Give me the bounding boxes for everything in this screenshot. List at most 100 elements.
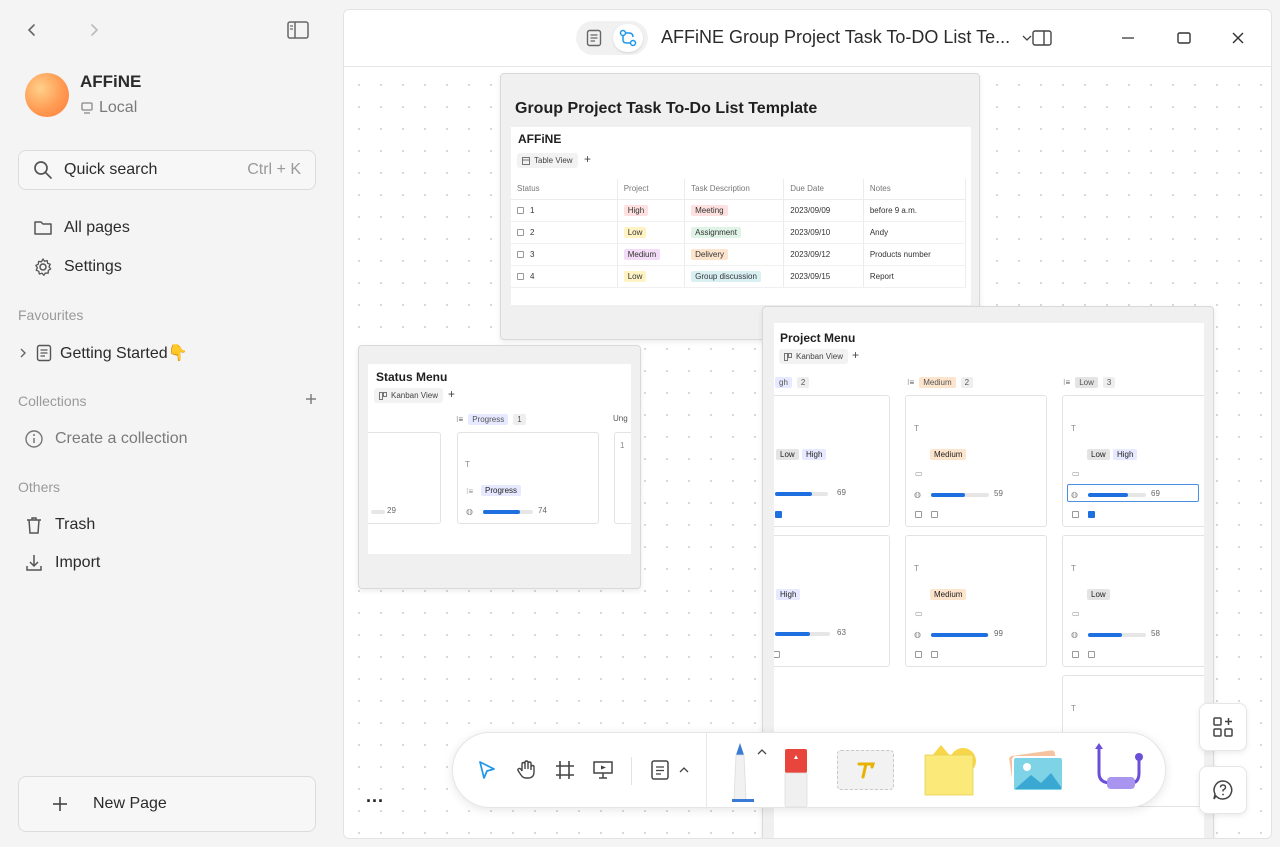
select-tool[interactable] (473, 756, 501, 784)
kanban-column-cut[interactable]: Ung (613, 414, 628, 423)
progress-value: 74 (538, 506, 547, 515)
collections-heading: Collections (18, 393, 87, 409)
more-button[interactable]: ... (366, 786, 384, 807)
column-header-project[interactable]: Project (617, 179, 686, 200)
table-row[interactable]: 4 Low Group discussion 2023/09/15 Report (511, 265, 967, 288)
kanban-card[interactable]: High 63 (774, 535, 890, 667)
eraser-tool[interactable] (781, 747, 811, 809)
status-cell: 1 (530, 205, 535, 215)
close-icon (1231, 31, 1245, 45)
kanban-column-medium[interactable]: ⁝≡ Medium 2 (907, 377, 974, 388)
connector-tool[interactable] (1089, 737, 1149, 797)
column-label: gh (775, 377, 792, 388)
quick-search[interactable]: Quick search Ctrl + K (18, 150, 316, 190)
row-checkbox[interactable] (517, 272, 524, 280)
calendar-icon: ▭ (1072, 609, 1080, 618)
status-cell: 4 (530, 271, 535, 281)
done-checkbox[interactable] (1088, 651, 1095, 658)
workspace-switcher[interactable]: AFFiNE Local (25, 72, 141, 117)
checkbox-property[interactable] (915, 651, 922, 658)
checkbox-property[interactable] (1072, 651, 1079, 658)
frame-tool[interactable] (551, 756, 579, 784)
view-tab-kanban[interactable]: Kanban View (779, 349, 848, 364)
kanban-card[interactable]: T Low High ▭ ◍ 69 (1062, 395, 1204, 527)
note-icon (650, 759, 670, 781)
connector-icon (1089, 737, 1149, 797)
pen-options-button[interactable] (757, 748, 767, 756)
database-table: Status Project Task Description Due Date… (511, 179, 967, 288)
status-kanban: Status Menu Kanban View + 29 ⁝≡ Progress… (368, 364, 631, 554)
add-view-button[interactable]: + (852, 348, 859, 362)
sidebar-item-settings[interactable]: Settings (33, 257, 122, 277)
kanban-card[interactable]: 29 (368, 432, 441, 524)
add-collection-button[interactable] (304, 392, 318, 406)
done-checkbox[interactable] (1088, 511, 1095, 518)
note-options-button[interactable] (677, 756, 691, 784)
notes-cell: Report (863, 265, 967, 288)
page-mode-button[interactable] (579, 24, 609, 52)
due-date-cell: 2023/09/09 (783, 199, 864, 222)
table-row[interactable]: 1 High Meeting 2023/09/09 before 9 a.m. (511, 199, 967, 222)
sidebar-toggle-button[interactable] (286, 18, 310, 42)
kanban-column-low[interactable]: ⁝≡ Low 3 (1063, 377, 1116, 388)
column-header-task[interactable]: Task Description (684, 179, 785, 200)
task-tag: Delivery (691, 248, 729, 260)
hand-tool[interactable] (512, 756, 540, 784)
done-checkbox[interactable] (774, 651, 780, 658)
checkbox-property[interactable] (915, 511, 922, 518)
add-widget-button[interactable] (1199, 703, 1247, 751)
database-title: AFFiNE (518, 132, 562, 146)
text-tool[interactable] (837, 750, 894, 790)
row-checkbox[interactable] (517, 228, 524, 236)
presentation-tool[interactable] (589, 756, 617, 784)
kanban-card[interactable]: T Medium ▭ ◍ 99 (905, 535, 1047, 667)
checkbox-property[interactable] (1072, 511, 1079, 518)
note-tool[interactable] (646, 756, 674, 784)
new-page-button[interactable]: New Page (18, 776, 316, 832)
sidebar-item-all-pages[interactable]: All pages (33, 219, 130, 237)
sidebar-item-import[interactable]: Import (24, 553, 100, 573)
kanban-card[interactable]: T Low ▭ ◍ 58 (1062, 535, 1204, 667)
image-tool[interactable] (1007, 747, 1067, 797)
kanban-card[interactable]: 1 (614, 432, 631, 524)
kanban-card[interactable]: Low High 69 (774, 395, 890, 527)
note-block-table[interactable]: Group Project Task To-Do List Template A… (500, 73, 980, 340)
note-block-status-menu[interactable]: Status Menu Kanban View + 29 ⁝≡ Progress… (358, 345, 641, 589)
done-checkbox[interactable] (931, 511, 938, 518)
document-title[interactable]: AFFiNE Group Project Task To-DO List Te.… (661, 27, 1010, 48)
column-header-due-date[interactable]: Due Date (783, 179, 864, 200)
row-checkbox[interactable] (517, 250, 524, 258)
maximize-button[interactable] (1172, 26, 1196, 50)
view-tab-table[interactable]: Table View (517, 153, 578, 168)
kanban-card[interactable]: T Medium ▭ ◍ 59 (905, 395, 1047, 527)
column-header-status[interactable]: Status (511, 179, 618, 200)
close-button[interactable] (1226, 26, 1250, 50)
table-row[interactable]: 2 Low Assignment 2023/09/10 Andy (511, 221, 967, 244)
column-header-notes[interactable]: Notes (863, 179, 967, 200)
table-row[interactable]: 3 Medium Delivery 2023/09/12 Products nu… (511, 243, 967, 266)
back-button[interactable] (20, 18, 44, 42)
add-view-button[interactable]: + (584, 152, 591, 166)
done-checkbox[interactable] (775, 511, 782, 518)
sticky-note-tool[interactable] (919, 743, 981, 801)
right-panel-toggle[interactable] (1020, 26, 1054, 50)
done-checkbox[interactable] (931, 651, 938, 658)
create-collection-button[interactable]: Create a collection (24, 429, 188, 449)
help-button[interactable] (1199, 766, 1247, 814)
row-checkbox[interactable] (517, 206, 524, 214)
add-view-button[interactable]: + (448, 387, 455, 401)
pen-tool[interactable] (729, 741, 757, 807)
edgeless-mode-button[interactable] (613, 24, 643, 52)
edgeless-mode-icon (618, 28, 638, 48)
chevron-right-icon[interactable] (18, 348, 28, 358)
forward-button[interactable] (82, 18, 106, 42)
column-label: Medium (919, 377, 956, 388)
view-tab-kanban[interactable]: Kanban View (374, 388, 443, 403)
kanban-column-high[interactable]: gh 2 (775, 377, 810, 388)
kanban-column-progress[interactable]: ⁝≡ Progress 1 (456, 414, 526, 425)
edgeless-canvas[interactable]: Group Project Task To-Do List Template A… (344, 68, 1271, 838)
sidebar-item-getting-started[interactable]: Getting Started👇 (18, 343, 188, 363)
minimize-button[interactable] (1116, 26, 1140, 50)
sidebar-item-trash[interactable]: Trash (24, 515, 95, 535)
kanban-card[interactable]: T ⁝≡ Progress ◍ 74 (457, 432, 599, 524)
